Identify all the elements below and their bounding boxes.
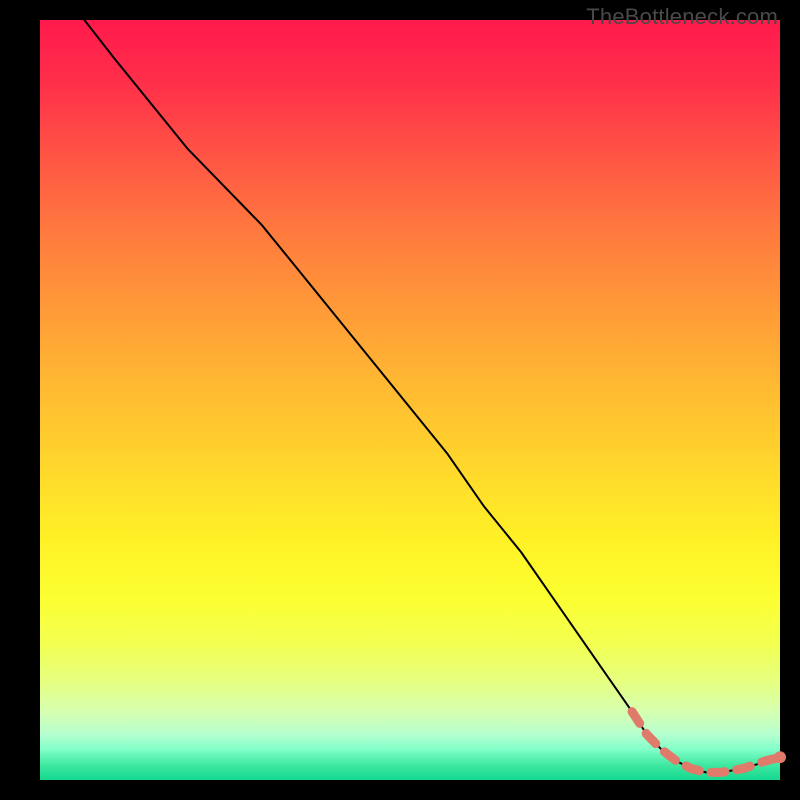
chart-svg	[40, 20, 780, 780]
main-curve	[84, 20, 780, 772]
highlight-segment	[632, 712, 780, 773]
plot-area	[40, 20, 780, 780]
chart-frame: TheBottleneck.com	[0, 0, 800, 800]
highlight-endpoint	[774, 751, 786, 763]
